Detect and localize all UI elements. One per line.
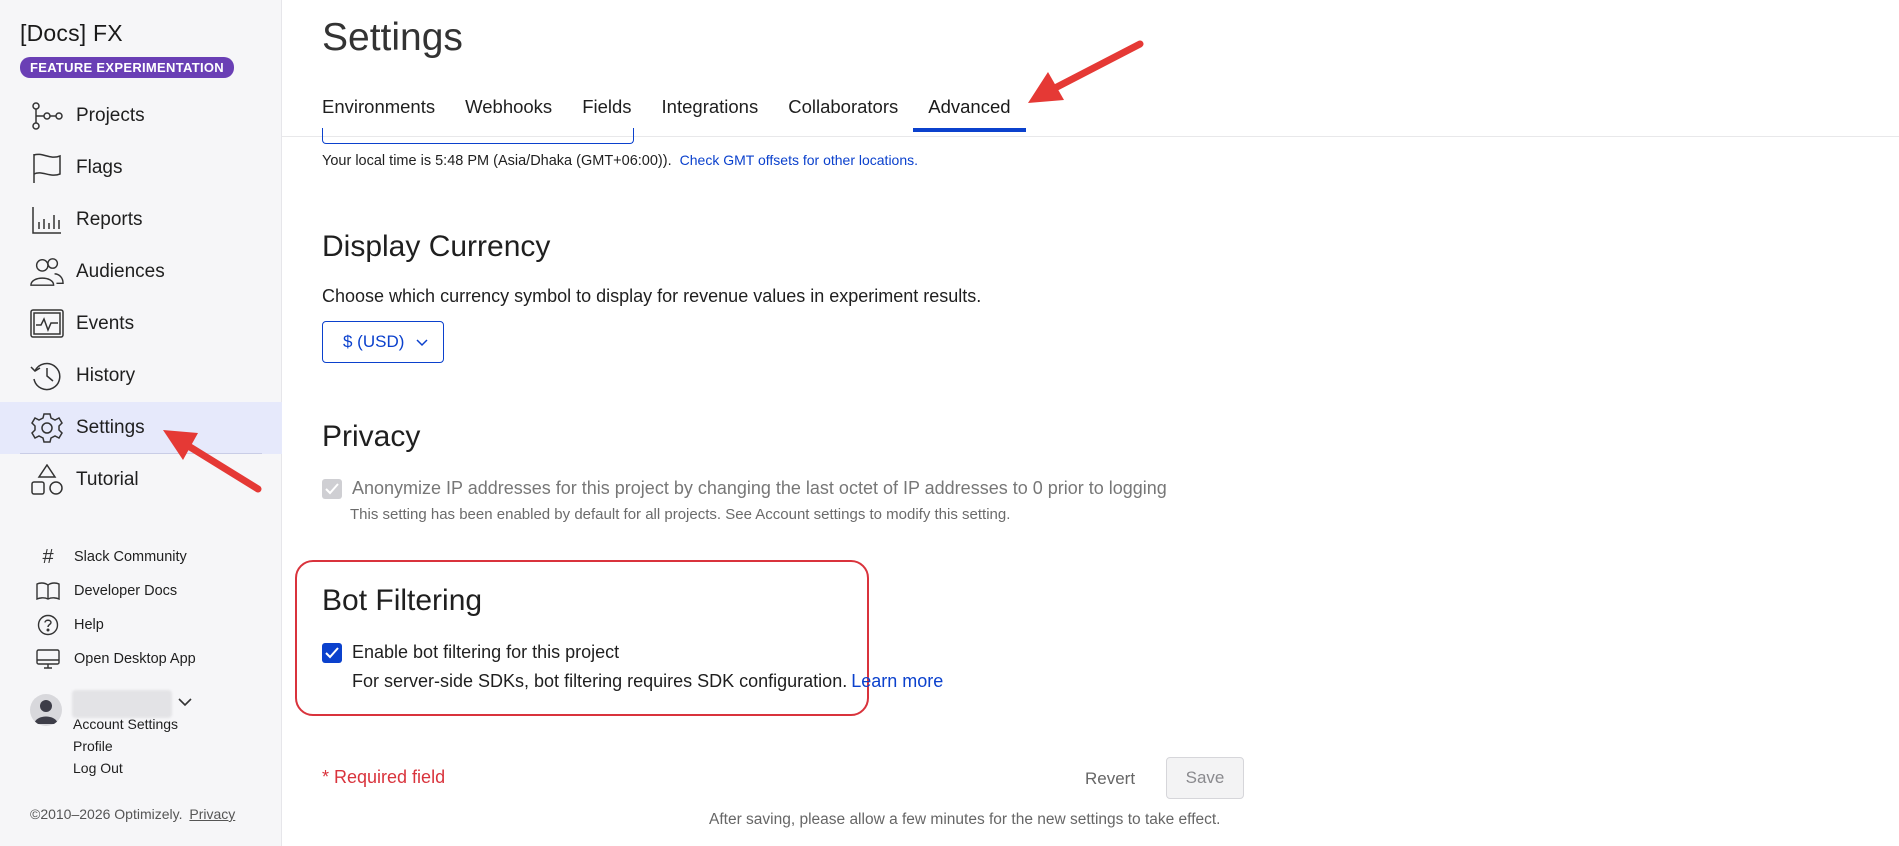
page-title: Settings	[322, 16, 463, 59]
gmt-offsets-link[interactable]: Check GMT offsets for other locations.	[680, 152, 918, 168]
privacy-link[interactable]: Privacy	[189, 806, 235, 822]
sidebar-item-tutorial[interactable]: Tutorial	[0, 454, 282, 506]
sidebar-footer: ©2010–2026 Optimizely. Privacy	[30, 806, 235, 822]
sidebar-item-label: Settings	[76, 417, 145, 438]
gear-icon	[30, 411, 64, 445]
account-settings-link[interactable]: Account Settings	[73, 716, 178, 732]
settings-tabs: Environments Webhooks Fields Integration…	[322, 96, 1041, 132]
slack-community-link[interactable]: # Slack Community	[0, 540, 282, 574]
sidebar-item-label: Flags	[76, 157, 123, 178]
help-link[interactable]: Help	[0, 608, 282, 642]
tab-collaborators[interactable]: Collaborators	[788, 96, 898, 132]
project-name[interactable]: [Docs] FX	[20, 20, 123, 47]
user-name-redacted	[72, 690, 172, 718]
sidebar-item-reports[interactable]: Reports	[0, 194, 282, 246]
tab-advanced[interactable]: Advanced	[913, 96, 1026, 132]
sidebar-item-label: Events	[76, 313, 135, 334]
anonymize-ip-row: Anonymize IP addresses for this project …	[322, 478, 1167, 499]
bot-filtering-heading: Bot Filtering	[322, 584, 483, 617]
events-icon	[30, 307, 64, 341]
sidebar-item-label: Reports	[76, 209, 143, 230]
audiences-icon	[30, 255, 64, 289]
profile-link[interactable]: Profile	[73, 738, 113, 754]
reports-icon	[30, 203, 64, 237]
bot-filtering-label: Enable bot filtering for this project	[352, 642, 620, 662]
book-icon	[36, 579, 60, 603]
open-desktop-app-link[interactable]: Open Desktop App	[0, 642, 282, 676]
secondary-links: # Slack Community Developer Docs Help Op…	[0, 540, 282, 676]
chevron-down-icon	[416, 332, 428, 352]
display-currency-description: Choose which currency symbol to display …	[322, 286, 982, 306]
sidebar-item-label: Projects	[76, 105, 145, 126]
tab-fields[interactable]: Fields	[582, 96, 631, 132]
local-time-text: Your local time is 5:48 PM (Asia/Dhaka (…	[322, 152, 918, 169]
tab-integrations[interactable]: Integrations	[662, 96, 759, 132]
sidebar-item-audiences[interactable]: Audiences	[0, 246, 282, 298]
avatar[interactable]	[30, 694, 62, 726]
help-label: Help	[74, 617, 104, 633]
bot-filtering-note-text: For server-side SDKs, bot filtering requ…	[352, 671, 848, 691]
sidebar-nav: Projects Flags Reports Audiences Events …	[0, 90, 282, 506]
desktop-icon	[36, 647, 60, 671]
anonymize-ip-label: Anonymize IP addresses for this project …	[352, 478, 1167, 498]
tab-environments[interactable]: Environments	[322, 96, 435, 132]
sidebar-item-events[interactable]: Events	[0, 298, 282, 350]
anonymize-ip-checkbox[interactable]	[322, 478, 342, 499]
tab-webhooks[interactable]: Webhooks	[465, 96, 552, 132]
currency-select[interactable]: $ (USD)	[322, 321, 444, 363]
help-icon	[36, 613, 60, 637]
sidebar-item-settings[interactable]: Settings	[0, 402, 282, 454]
product-badge: FEATURE EXPERIMENTATION	[20, 57, 234, 78]
log-out-link[interactable]: Log Out	[73, 760, 123, 776]
slack-community-label: Slack Community	[74, 549, 187, 565]
hash-icon: #	[42, 545, 54, 568]
required-field-note: * Required field	[322, 767, 446, 787]
bot-filtering-note: For server-side SDKs, bot filtering requ…	[352, 671, 943, 692]
revert-button[interactable]: Revert	[1085, 769, 1135, 789]
currency-selected-value: $ (USD)	[343, 332, 405, 351]
sidebar: [Docs] FX FEATURE EXPERIMENTATION Projec…	[0, 0, 282, 846]
privacy-heading: Privacy	[322, 420, 421, 453]
chevron-down-icon[interactable]	[178, 694, 192, 711]
timezone-select[interactable]	[322, 128, 634, 144]
sidebar-item-label: History	[76, 365, 136, 386]
history-icon	[30, 359, 64, 393]
projects-icon	[30, 99, 64, 133]
copyright-text: ©2010–2026 Optimizely.	[30, 806, 183, 822]
bot-filtering-row: Enable bot filtering for this project	[322, 642, 619, 663]
sidebar-item-projects[interactable]: Projects	[0, 90, 282, 142]
anonymize-ip-note: This setting has been enabled by default…	[350, 506, 1011, 523]
sidebar-item-label: Tutorial	[76, 469, 139, 490]
developer-docs-link[interactable]: Developer Docs	[0, 574, 282, 608]
open-desktop-app-label: Open Desktop App	[74, 651, 196, 667]
tutorial-icon	[30, 463, 64, 497]
sidebar-item-history[interactable]: History	[0, 350, 282, 402]
local-time-label: Your local time is 5:48 PM (Asia/Dhaka (…	[322, 153, 672, 169]
main-content: Settings Environments Webhooks Fields In…	[282, 0, 1899, 846]
developer-docs-label: Developer Docs	[74, 583, 178, 599]
learn-more-link[interactable]: Learn more	[851, 671, 943, 691]
save-button[interactable]: Save	[1166, 757, 1244, 799]
sidebar-item-flags[interactable]: Flags	[0, 142, 282, 194]
display-currency-heading: Display Currency	[322, 230, 551, 263]
after-save-note: After saving, please allow a few minutes…	[709, 811, 1221, 828]
bot-filtering-checkbox[interactable]	[322, 642, 342, 663]
sidebar-item-label: Audiences	[76, 261, 165, 282]
flag-icon	[30, 151, 64, 185]
